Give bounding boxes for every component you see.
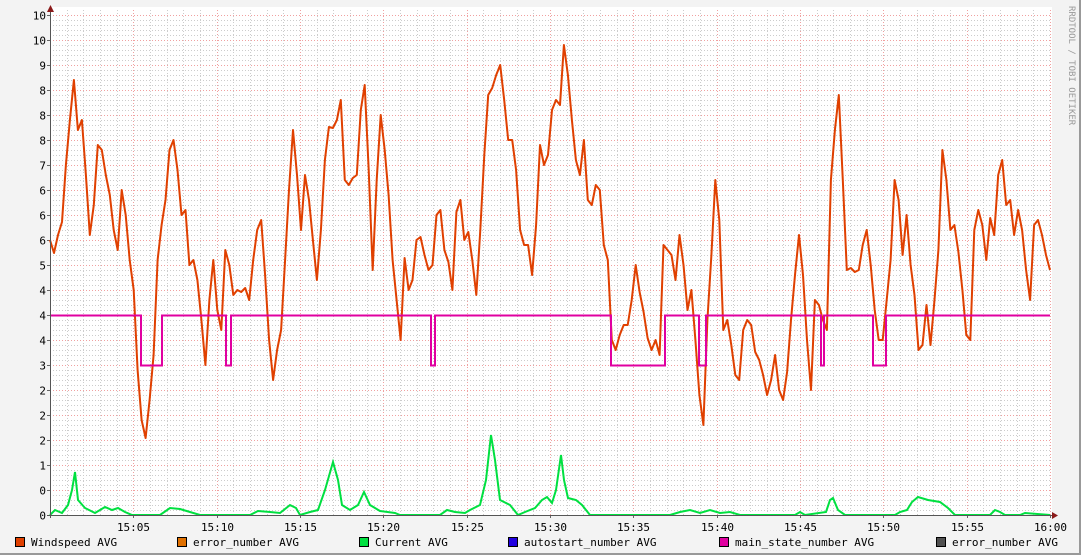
legend-swatch xyxy=(719,537,729,547)
x-tick-label: 15:30 xyxy=(534,521,567,534)
legend-label: error_number AVG xyxy=(193,535,299,549)
y-tick-label: 8 xyxy=(39,135,46,148)
legend-item-main-state-number: main_state_number AVG xyxy=(719,535,874,549)
y-tick-label: 4 xyxy=(39,285,46,298)
watermark: RRDTOOL / TOBI OETIKER xyxy=(1066,6,1076,126)
legend-label: autostart_number AVG xyxy=(524,535,657,549)
x-tick-label: 15:40 xyxy=(701,521,734,534)
x-tick-label: 15:45 xyxy=(784,521,817,534)
x-tick-label: 15:25 xyxy=(451,521,484,534)
y-tick-label: 2 xyxy=(39,385,46,398)
x-tick-label: 15:10 xyxy=(201,521,234,534)
x-tick-label: 15:20 xyxy=(367,521,400,534)
legend-item-autostart-number: autostart_number AVG xyxy=(508,535,656,549)
legend-item-error-number-2: error_number AVG xyxy=(936,535,1058,549)
legend-item-current: Current AVG xyxy=(359,535,448,549)
x-tick-label: 15:05 xyxy=(117,521,150,534)
y-tick-label: 7 xyxy=(39,160,46,173)
y-tick-label: 8 xyxy=(39,110,46,123)
legend-label: error_number AVG xyxy=(952,535,1058,549)
legend-item-windspeed: Windspeed AVG xyxy=(15,535,117,549)
legend-label: Windspeed AVG xyxy=(31,535,118,549)
y-tick-label: 2 xyxy=(39,410,46,423)
y-tick-label: 1 xyxy=(39,460,46,473)
x-tick-label: 15:15 xyxy=(284,521,317,534)
x-tick-label: 16:00 xyxy=(1034,521,1067,534)
legend-swatch xyxy=(936,537,946,547)
chart: 0 0 1 2 2 2 3 4 4 4 5 6 6 6 7 8 8 8 9 10 10 15:05 15:10 15:15 15… xyxy=(33,5,1067,534)
y-tick-label: 10 xyxy=(33,35,46,48)
legend-swatch xyxy=(359,537,369,547)
y-tick-label: 4 xyxy=(39,335,46,348)
y-tick-label: 5 xyxy=(39,260,46,273)
legend-item-error-number: error_number AVG xyxy=(177,535,299,549)
x-tick-label: 15:35 xyxy=(617,521,650,534)
y-tick-label: 6 xyxy=(39,235,46,248)
y-tick-label: 9 xyxy=(39,60,46,73)
x-tick-label: 15:55 xyxy=(951,521,984,534)
y-tick-label: 6 xyxy=(39,210,46,223)
legend-swatch xyxy=(177,537,187,547)
y-tick-label: 4 xyxy=(39,310,46,323)
y-tick-label: 8 xyxy=(39,85,46,98)
y-tick-label: 3 xyxy=(39,360,46,373)
x-tick-label: 15:50 xyxy=(867,521,900,534)
legend-swatch xyxy=(508,537,518,547)
legend-label: Current AVG xyxy=(375,535,448,549)
y-tick-label: 10 xyxy=(33,10,46,23)
legend-label: main_state_number AVG xyxy=(735,535,875,549)
y-tick-label: 6 xyxy=(39,185,46,198)
y-tick-label: 0 xyxy=(39,485,46,498)
y-tick-label: 0 xyxy=(39,510,46,523)
legend-swatch xyxy=(15,537,25,547)
y-tick-label: 2 xyxy=(39,435,46,448)
x-axis-arrow-icon xyxy=(1052,512,1058,519)
